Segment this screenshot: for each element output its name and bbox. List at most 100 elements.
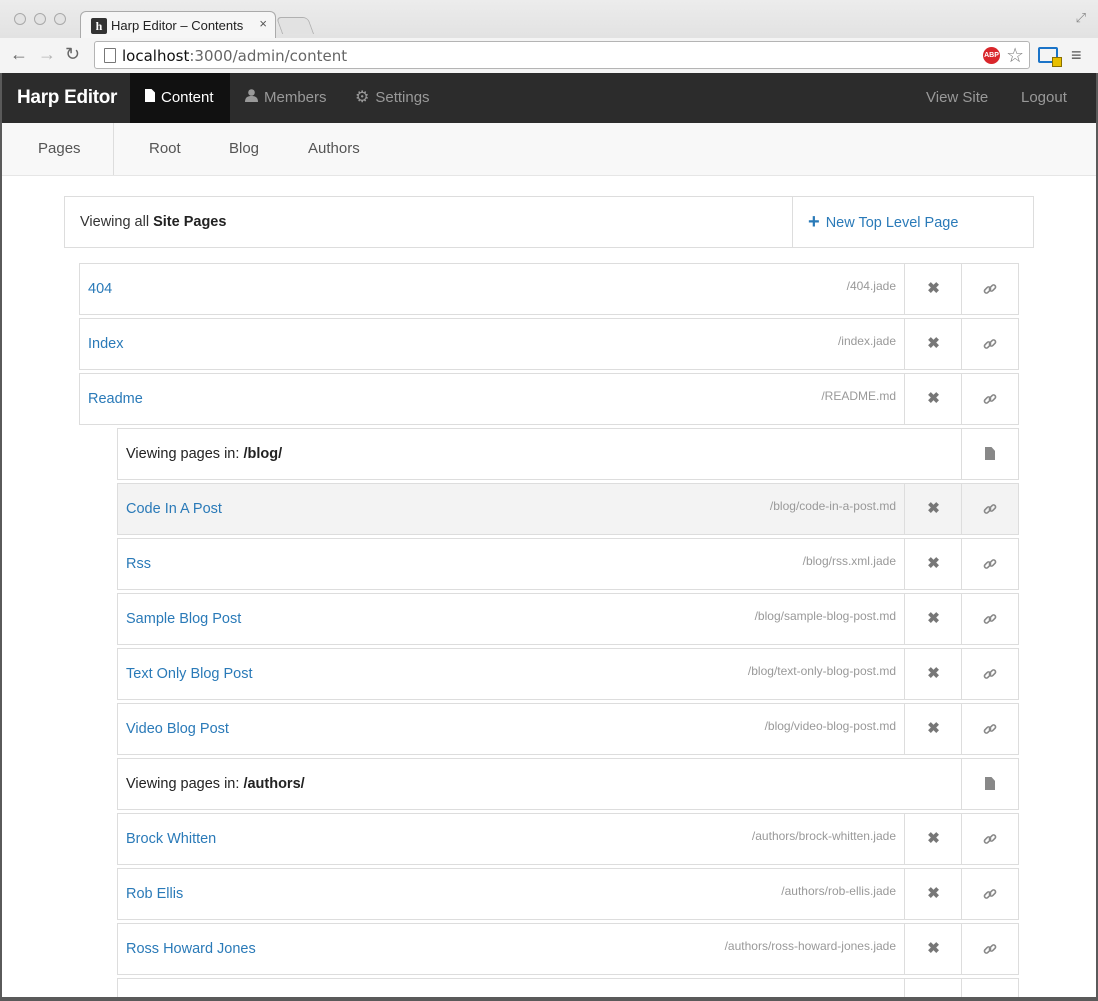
page-title-link[interactable]: Ross Howard Jones	[126, 941, 256, 957]
address-bar[interactable]: localhost:3000/admin/content ABP ☆	[94, 41, 1030, 69]
page-row: Video Blog Post /blog/video-blog-post.md…	[117, 703, 1019, 755]
page-path: /authors/rob-ellis.jade	[781, 884, 896, 898]
subnav-root[interactable]: Root	[149, 123, 181, 175]
delete-icon[interactable]: ✖	[904, 484, 962, 534]
delete-icon[interactable]: ✖	[904, 594, 962, 644]
window-border-bottom	[0, 997, 1098, 1001]
page-path: /blog/rss.xml.jade	[802, 554, 896, 568]
page-title-link[interactable]: Code In A Post	[126, 501, 222, 517]
subnav-pages[interactable]: Pages	[2, 123, 114, 175]
delete-icon[interactable]: ✖	[904, 869, 962, 919]
adblock-icon[interactable]: ABP	[983, 47, 1000, 64]
new-page-label: New Top Level Page	[825, 215, 959, 231]
fullscreen-icon[interactable]: ⤢	[1076, 10, 1086, 26]
delete-icon[interactable]: ✖	[904, 814, 962, 864]
delete-icon[interactable]: ✖	[904, 924, 962, 974]
page-row: Rob Ellis /authors/rob-ellis.jade ✖	[117, 868, 1019, 920]
page-title-link[interactable]: 404	[88, 281, 112, 297]
subnav-authors[interactable]: Authors	[308, 123, 360, 175]
user-icon	[245, 73, 258, 123]
link-icon[interactable]	[961, 594, 1018, 644]
delete-icon[interactable]: ✖	[904, 374, 962, 424]
page-row: Brock Whitten /authors/brock-whitten.jad…	[117, 813, 1019, 865]
page-path: /authors/ross-howard-jones.jade	[724, 939, 896, 953]
page-row: Ross Howard Jones /authors/ross-howard-j…	[117, 923, 1019, 975]
star-icon[interactable]: ☆	[1006, 43, 1024, 68]
menu-icon[interactable]: ≡	[1071, 46, 1082, 64]
close-window-button[interactable]	[14, 13, 26, 25]
folder-label: Viewing pages in: /authors/	[126, 776, 305, 792]
new-top-level-page-button[interactable]: + New Top Level Page	[792, 197, 1033, 247]
reload-icon[interactable]: ↻	[65, 44, 80, 64]
delete-icon[interactable]: ✖	[904, 704, 962, 754]
page-row: Code In A Post /blog/code-in-a-post.md ✖	[117, 483, 1019, 535]
page-path: /404.jade	[846, 279, 896, 293]
page-path: /blog/sample-blog-post.md	[754, 609, 896, 623]
back-icon[interactable]: ←	[10, 44, 28, 64]
link-icon[interactable]	[961, 924, 1018, 974]
url-text: localhost:3000/admin/content	[122, 47, 348, 65]
page-path: /blog/text-only-blog-post.md	[747, 664, 896, 678]
page-title-link[interactable]: Sample Blog Post	[126, 611, 241, 627]
page-row: Text Only Blog Post /blog/text-only-blog…	[117, 648, 1019, 700]
tab-title: Harp Editor – Contents	[111, 18, 244, 33]
link-icon[interactable]	[961, 484, 1018, 534]
link-icon[interactable]	[961, 539, 1018, 589]
page-path: /README.md	[821, 389, 896, 403]
nav-view-site[interactable]: View Site	[926, 73, 988, 123]
minimize-window-button[interactable]	[34, 13, 46, 25]
nav-settings[interactable]: ⚙ Settings	[355, 73, 430, 123]
extension-icon[interactable]	[1038, 47, 1062, 67]
folder-label: Viewing pages in: /blog/	[126, 446, 283, 462]
plus-icon: +	[808, 211, 820, 233]
link-icon[interactable]	[961, 649, 1018, 699]
page-title-link[interactable]: Video Blog Post	[126, 721, 229, 737]
page-path: /index.jade	[837, 334, 896, 348]
header-text: Viewing all Site Pages	[80, 214, 227, 230]
link-icon[interactable]	[961, 374, 1018, 424]
page-row: Rss /blog/rss.xml.jade ✖	[117, 538, 1019, 590]
link-icon[interactable]	[961, 264, 1018, 314]
delete-icon[interactable]: ✖	[904, 319, 962, 369]
tab-close-icon[interactable]: ×	[259, 16, 267, 31]
page-title-link[interactable]: Rss	[126, 556, 151, 572]
page-row: Index /index.jade ✖	[79, 318, 1019, 370]
delete-icon[interactable]: ✖	[904, 264, 962, 314]
page-title-link[interactable]: Readme	[88, 391, 143, 407]
page-title-link[interactable]: Text Only Blog Post	[126, 666, 253, 682]
page-icon	[104, 48, 116, 63]
sub-navigation: Pages Root Blog Authors	[2, 123, 1096, 176]
new-tab-button[interactable]	[275, 17, 315, 34]
page-title-link[interactable]: Rob Ellis	[126, 886, 183, 902]
forward-icon[interactable]: →	[38, 44, 56, 64]
page-title-link[interactable]: Brock Whitten	[126, 831, 216, 847]
page-title-link[interactable]: Index	[88, 336, 123, 352]
file-icon	[145, 73, 155, 123]
delete-icon[interactable]: ✖	[904, 539, 962, 589]
link-icon[interactable]	[961, 869, 1018, 919]
app-navbar: Harp Editor Content Members ⚙ Settings Vi…	[2, 73, 1096, 123]
link-icon[interactable]	[961, 704, 1018, 754]
brand-logo[interactable]: Harp Editor	[17, 87, 117, 109]
nav-members-label: Members	[264, 89, 327, 106]
folder-row-authors: Viewing pages in: /authors/	[117, 758, 1019, 810]
link-icon[interactable]	[961, 814, 1018, 864]
pages-header: Viewing all Site Pages + New Top Level Pa…	[64, 196, 1034, 248]
new-file-icon[interactable]	[961, 429, 1018, 479]
nav-logout[interactable]: Logout	[1021, 73, 1067, 123]
browser-tab[interactable]: h Harp Editor – Contents ×	[80, 11, 276, 39]
delete-icon[interactable]: ✖	[904, 649, 962, 699]
folder-row-blog: Viewing pages in: /blog/	[117, 428, 1019, 480]
zoom-window-button[interactable]	[54, 13, 66, 25]
new-file-icon[interactable]	[961, 759, 1018, 809]
page-path: /blog/code-in-a-post.md	[769, 499, 896, 513]
harp-favicon-icon: h	[91, 18, 107, 34]
link-icon[interactable]	[961, 319, 1018, 369]
subnav-blog[interactable]: Blog	[229, 123, 259, 175]
page-row: Sample Blog Post /blog/sample-blog-post.…	[117, 593, 1019, 645]
nav-settings-label: Settings	[375, 89, 430, 106]
nav-members[interactable]: Members	[245, 73, 327, 123]
browser-chrome: h Harp Editor – Contents × ⤢ ← → ↻ local…	[0, 0, 1098, 73]
main-content: Viewing all Site Pages + New Top Level Pa…	[2, 176, 1096, 1001]
nav-content[interactable]: Content	[130, 73, 230, 123]
